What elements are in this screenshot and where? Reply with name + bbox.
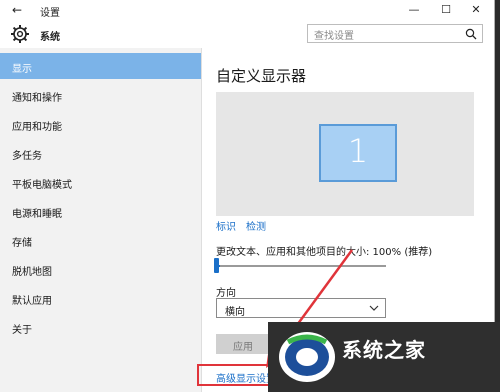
window-title: 设置 [40, 8, 60, 19]
sidebar-item-label: 多任务 [12, 151, 42, 162]
sidebar-item-label: 平板电脑模式 [12, 180, 72, 191]
sidebar-item-default-apps[interactable]: 默认应用 [0, 285, 201, 311]
sidebar-item-label: 关于 [12, 325, 32, 336]
sidebar-item-about[interactable]: 关于 [0, 314, 201, 340]
orientation-label: 方向 [216, 288, 236, 299]
monitor-number: 1 [347, 132, 369, 170]
close-button[interactable]: ✕ [462, 2, 490, 18]
scale-label: 更改文本、应用和其他项目的大小: 100% (推荐) [216, 247, 433, 258]
sidebar-item-multitasking[interactable]: 多任务 [0, 140, 201, 166]
scale-slider-thumb[interactable] [214, 258, 219, 273]
watermark-text: 系统之家 [342, 338, 426, 362]
minimize-button[interactable]: — [400, 2, 428, 18]
sidebar-item-label: 默认应用 [12, 296, 52, 307]
advanced-display-settings-link[interactable]: 高级显示设置 [216, 370, 276, 385]
detect-link[interactable]: 检测 [246, 218, 266, 233]
orientation-dropdown[interactable]: 横向 [216, 298, 386, 318]
sidebar-item-storage[interactable]: 存储 [0, 227, 201, 253]
search-icon[interactable] [465, 28, 477, 40]
chevron-down-icon [369, 305, 379, 311]
display-preview: 1 [216, 92, 474, 216]
title-bar: ← 设置 — ☐ ✕ [0, 0, 494, 20]
maximize-button[interactable]: ☐ [432, 2, 460, 18]
scale-slider[interactable] [216, 265, 386, 267]
identify-link[interactable]: 标识 [216, 218, 236, 233]
sidebar-item-power-sleep[interactable]: 电源和睡眠 [0, 198, 201, 224]
sidebar-item-apps[interactable]: 应用和功能 [0, 111, 201, 137]
apply-button-label: 应用 [233, 342, 253, 353]
sidebar-item-label: 通知和操作 [12, 93, 62, 104]
sidebar-item-display[interactable]: 显示 [0, 53, 201, 79]
gear-icon [11, 25, 29, 43]
search-placeholder: 查找设置 [314, 31, 354, 42]
sidebar-item-label: 脱机地图 [12, 267, 52, 278]
sidebar-item-label: 电源和睡眠 [12, 209, 62, 220]
search-input[interactable]: 查找设置 [307, 24, 483, 43]
section-title: 系统 [40, 32, 60, 43]
sidebar-item-label: 显示 [12, 64, 32, 75]
sidebar-item-label: 应用和功能 [12, 122, 62, 133]
sidebar-item-offline-maps[interactable]: 脱机地图 [0, 256, 201, 282]
sidebar-item-notifications[interactable]: 通知和操作 [0, 82, 201, 108]
sidebar-item-label: 存储 [12, 238, 32, 249]
page-title: 自定义显示器 [216, 67, 307, 85]
watermark-logo-icon [279, 332, 335, 382]
monitor-tile[interactable]: 1 [319, 124, 397, 182]
back-arrow-icon[interactable]: ← [12, 3, 22, 17]
sidebar: 显示 通知和操作 应用和功能 多任务 平板电脑模式 电源和睡眠 存储 脱机地图 … [0, 48, 202, 392]
apply-button[interactable]: 应用 [216, 334, 270, 354]
watermark: 系统之家 [268, 322, 500, 392]
orientation-value: 横向 [225, 307, 245, 318]
sidebar-item-tablet-mode[interactable]: 平板电脑模式 [0, 169, 201, 195]
